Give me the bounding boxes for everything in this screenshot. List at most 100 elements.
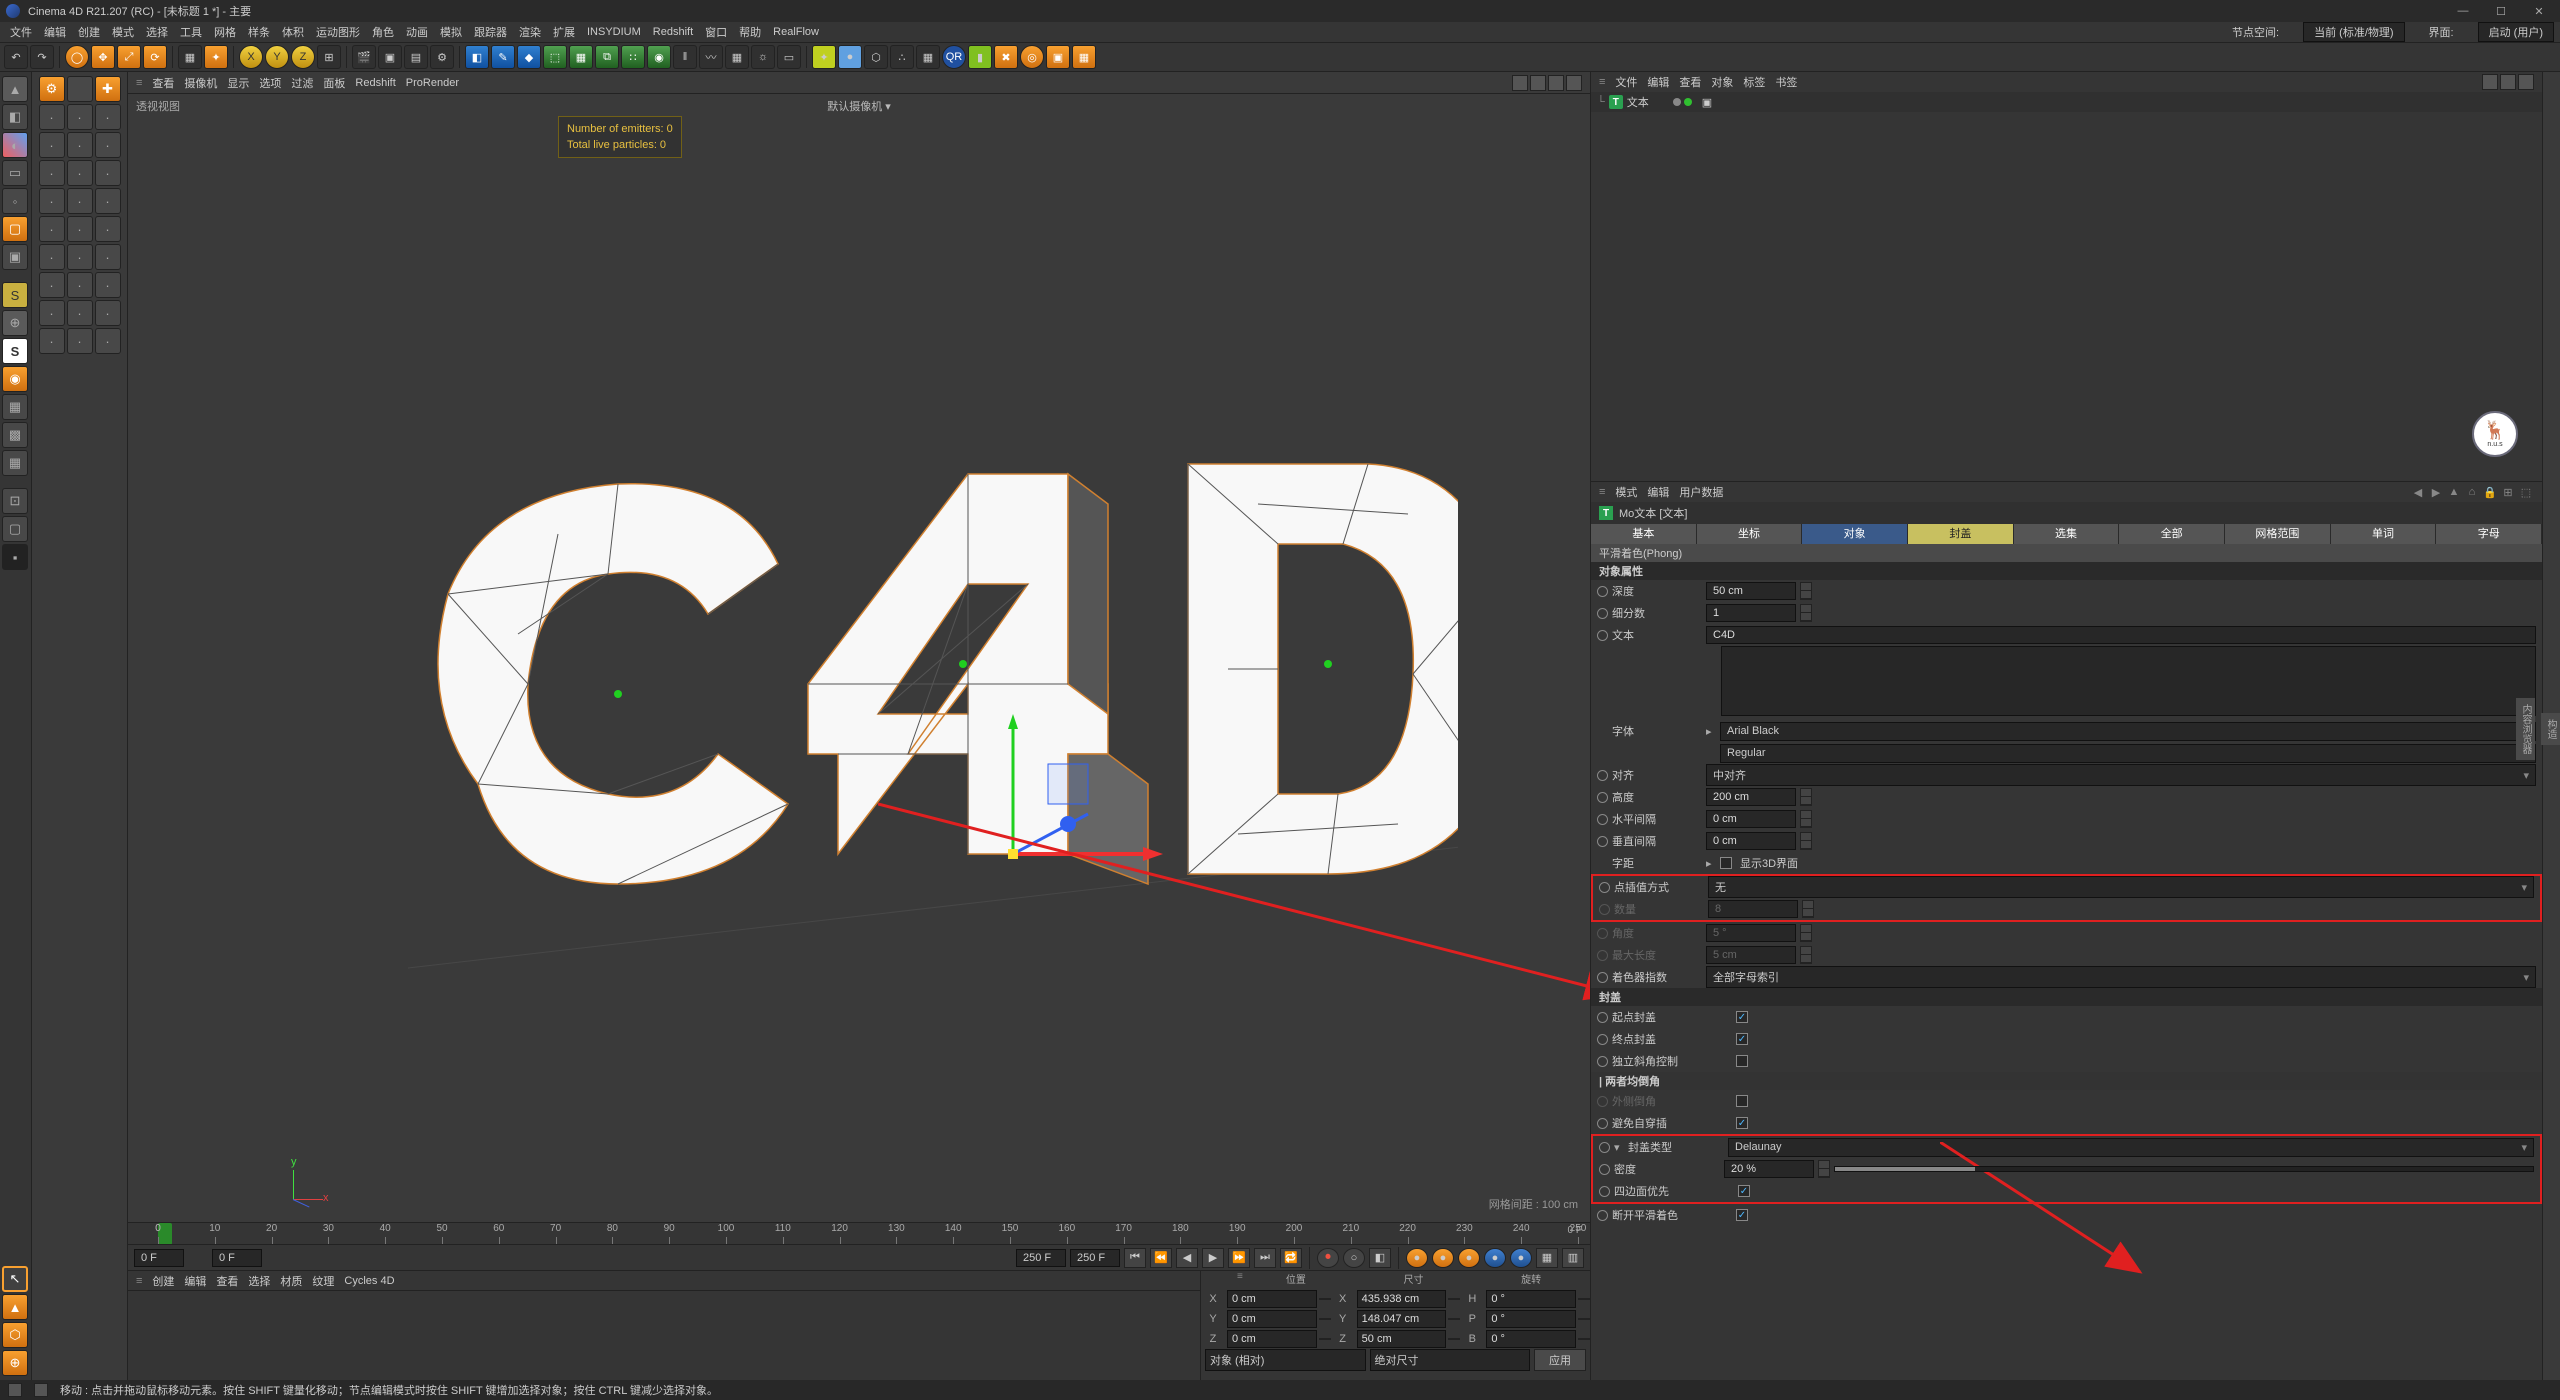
snap-3[interactable]: ⊡ <box>2 488 28 514</box>
viewport-3d[interactable]: 透视视图 默认摄像机 ▾ Number of emitters: 0 Total… <box>128 94 1590 1222</box>
xp-5[interactable]: ▦ <box>916 45 940 69</box>
om-objects[interactable]: 对象 <box>1711 74 1733 90</box>
vp-nav-3[interactable] <box>1548 75 1564 91</box>
cloner-icon[interactable]: ∷ <box>621 45 645 69</box>
g-30[interactable]: · <box>95 328 121 354</box>
g-1[interactable]: ⚙ <box>39 76 65 102</box>
viewport-solo[interactable]: ▦ <box>2 394 28 420</box>
o-1[interactable]: ↖ <box>2 1266 28 1292</box>
xp-4[interactable]: ∴ <box>890 45 914 69</box>
volume-icon[interactable]: 〰 <box>699 45 723 69</box>
g-19[interactable]: · <box>39 244 65 270</box>
autokey[interactable]: ○ <box>1343 1248 1365 1268</box>
current-frame[interactable]: 0 F <box>212 1249 262 1267</box>
range-b[interactable]: 250 F <box>1070 1249 1120 1267</box>
om-filter-icon[interactable] <box>2500 74 2516 90</box>
render-view[interactable]: 🎬 <box>352 45 376 69</box>
scale-tool[interactable]: ⤢ <box>117 45 141 69</box>
om-file[interactable]: 文件 <box>1615 74 1637 90</box>
object-text[interactable]: └ T 文本 ▣ <box>1591 92 2542 112</box>
nav-3[interactable]: ⊞ <box>2500 484 2516 500</box>
g-8[interactable]: · <box>67 132 93 158</box>
show3d-check[interactable] <box>1720 857 1732 869</box>
dock-tab-1[interactable]: 构造 <box>2541 713 2560 745</box>
camera-icon[interactable]: ▦ <box>725 45 749 69</box>
coord-mode-1[interactable]: 对象 (相对) <box>1205 1349 1366 1371</box>
subdiv-field[interactable]: 1 <box>1706 604 1796 622</box>
depth-field[interactable]: 50 cm <box>1706 582 1796 600</box>
tab-mesh[interactable]: 网格范围 <box>2225 524 2331 544</box>
menu-insydium[interactable]: INSYDIUM <box>583 24 645 40</box>
xp-3[interactable]: ⬡ <box>864 45 888 69</box>
vp-menu-filter[interactable]: 过滤 <box>291 75 313 91</box>
menu-help[interactable]: 帮助 <box>735 22 765 42</box>
window-min[interactable]: — <box>2448 5 2478 17</box>
k2[interactable]: ● <box>1432 1248 1454 1268</box>
g-16[interactable]: · <box>39 216 65 242</box>
g-4[interactable]: · <box>39 104 65 130</box>
vp-nav-1[interactable] <box>1512 75 1528 91</box>
make-editable[interactable]: ▲ <box>2 76 28 102</box>
g-7[interactable]: · <box>39 132 65 158</box>
tab-caps[interactable]: 封盖 <box>1908 524 2014 544</box>
om-edit[interactable]: 编辑 <box>1647 74 1669 90</box>
om-view[interactable]: 查看 <box>1679 74 1701 90</box>
om-search-icon[interactable] <box>2482 74 2498 90</box>
g-11[interactable]: · <box>67 160 93 186</box>
g-5[interactable]: · <box>67 104 93 130</box>
menu-render[interactable]: 渲染 <box>515 22 545 42</box>
nav-2[interactable]: 🔒 <box>2482 484 2498 500</box>
next-key[interactable]: ⏩ <box>1228 1248 1250 1268</box>
poly-mode[interactable]: ▣ <box>2 244 28 270</box>
am-userdata[interactable]: 用户数据 <box>1679 484 1723 500</box>
endcap-check[interactable]: ✓ <box>1736 1033 1748 1045</box>
mm-texture[interactable]: 纹理 <box>312 1273 334 1289</box>
o-4[interactable]: ⊕ <box>2 1350 28 1376</box>
locked-tool-icon[interactable]: ✦ <box>204 45 228 69</box>
hspace-field[interactable]: 0 cm <box>1706 810 1796 828</box>
axis-mode3[interactable]: S <box>2 338 28 364</box>
primitive-cube[interactable]: ◧ <box>465 45 489 69</box>
render-settings[interactable]: ⚙ <box>430 45 454 69</box>
tab-word[interactable]: 单词 <box>2331 524 2437 544</box>
tab-coord[interactable]: 坐标 <box>1697 524 1803 544</box>
window-close[interactable]: ✕ <box>2524 5 2554 18</box>
g-6[interactable]: · <box>95 104 121 130</box>
goto-start[interactable]: ⏮ <box>1124 1248 1146 1268</box>
vp-menu-cam[interactable]: 摄像机 <box>184 75 217 91</box>
tab-object[interactable]: 对象 <box>1802 524 1908 544</box>
rs-3[interactable]: ◎ <box>1020 45 1044 69</box>
startcap-check[interactable]: ✓ <box>1736 1011 1748 1023</box>
generator-icon[interactable]: ⬚ <box>543 45 567 69</box>
qr-icon[interactable]: QR <box>942 45 966 69</box>
tab-letter[interactable]: 字母 <box>2436 524 2542 544</box>
mm-view[interactable]: 查看 <box>216 1273 238 1289</box>
xp-1[interactable]: ✦ <box>812 45 836 69</box>
snap-4[interactable]: ▢ <box>2 516 28 542</box>
menu-mode[interactable]: 模式 <box>108 22 138 42</box>
k7[interactable]: ▥ <box>1562 1248 1584 1268</box>
mm-material[interactable]: 材质 <box>280 1273 302 1289</box>
undo-button[interactable]: ↶ <box>4 45 28 69</box>
coord-apply[interactable]: 应用 <box>1534 1349 1586 1371</box>
captype-select[interactable]: Delaunay▾ <box>1728 1138 2534 1157</box>
tab-basic[interactable]: 基本 <box>1591 524 1697 544</box>
break-check[interactable]: ✓ <box>1736 1209 1748 1221</box>
vp-menu-prorender[interactable]: ProRender <box>406 77 459 89</box>
vp-menu-redshift[interactable]: Redshift <box>355 77 395 89</box>
g-22[interactable]: · <box>39 272 65 298</box>
menu-realflow[interactable]: RealFlow <box>769 24 823 40</box>
menu-volume[interactable]: 体积 <box>278 22 308 42</box>
nav-back[interactable]: ◀ <box>2410 484 2426 500</box>
rs-2[interactable]: ✖ <box>994 45 1018 69</box>
redo-button[interactable]: ↷ <box>30 45 54 69</box>
text-field[interactable]: C4D <box>1706 626 2536 644</box>
vp-menu-panel[interactable]: 面板 <box>323 75 345 91</box>
rs-5[interactable]: ▦ <box>1072 45 1096 69</box>
goto-end[interactable]: ⏭ <box>1254 1248 1276 1268</box>
g-13[interactable]: · <box>39 188 65 214</box>
tweak-mode[interactable]: ◉ <box>2 366 28 392</box>
mm-create[interactable]: 创建 <box>152 1273 174 1289</box>
vp-menu-options[interactable]: 选项 <box>259 75 281 91</box>
g-12[interactable]: · <box>95 160 121 186</box>
